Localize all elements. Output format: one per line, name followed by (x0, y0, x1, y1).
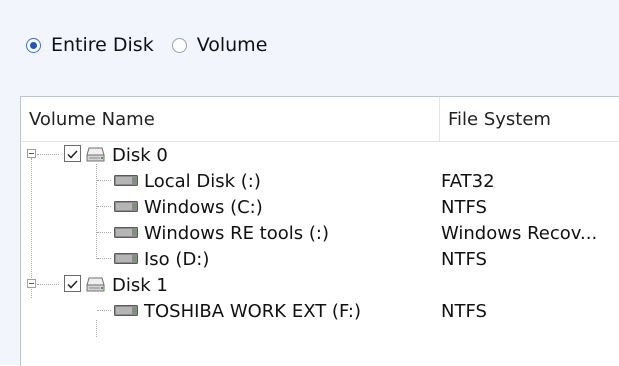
volume-name: TOSHIBA WORK EXT (F:) (144, 300, 361, 322)
tree-row-volume[interactable]: Windows RE tools (:) Windows Recov... (21, 220, 619, 246)
radio-selected-dot (30, 41, 37, 49)
volume-name: Iso (D:) (144, 248, 210, 270)
drive-icon (114, 201, 138, 212)
checkmark-icon (67, 280, 78, 289)
radio-entire-disk[interactable]: Entire Disk (26, 34, 154, 56)
tree-line (37, 284, 59, 285)
tree-row-volume[interactable]: Iso (D:) NTFS (21, 246, 619, 272)
collapse-icon[interactable] (27, 149, 36, 158)
tree-line (97, 180, 111, 181)
tree-row-volume[interactable]: TOSHIBA WORK EXT (F:) NTFS (21, 298, 619, 324)
volume-name: Local Disk (:) (144, 170, 261, 192)
volume-file-system: Windows Recov... (441, 222, 598, 244)
volume-tree-list[interactable]: Volume Name File System Disk 0 Local Dis… (20, 96, 619, 366)
hard-disk-icon (86, 147, 105, 162)
backup-source-panel: Entire Disk Volume Volume Name File Syst… (0, 0, 619, 366)
volume-file-system: NTFS (441, 300, 487, 322)
scope-radio-group: Entire Disk Volume (26, 30, 285, 60)
column-header-volume-name-label: Volume Name (29, 108, 155, 130)
tree-line (37, 154, 59, 155)
drive-icon (114, 305, 138, 316)
disk-checkbox[interactable] (64, 275, 81, 292)
disk-name: Disk 1 (112, 274, 168, 296)
radio-entire-disk-indicator[interactable] (26, 37, 41, 53)
tree-row-disk[interactable]: Disk 0 (21, 142, 619, 168)
tree-line (97, 258, 111, 259)
radio-volume-label[interactable]: Volume (197, 34, 268, 56)
column-header-volume-name[interactable]: Volume Name (21, 97, 440, 141)
drive-icon (114, 253, 138, 264)
tree-row-disk[interactable]: Disk 1 (21, 272, 619, 298)
drive-icon (114, 175, 138, 186)
volume-file-system: NTFS (441, 248, 487, 270)
column-header-file-system-label: File System (448, 108, 551, 130)
radio-volume[interactable]: Volume (171, 34, 268, 56)
list-header: Volume Name File System (21, 97, 619, 142)
disk-checkbox[interactable] (64, 145, 81, 162)
checkmark-icon (67, 150, 78, 159)
tree-row-volume[interactable]: Windows (C:) NTFS (21, 194, 619, 220)
drive-icon (114, 227, 138, 238)
tree-line (97, 310, 111, 311)
tree-line (97, 206, 111, 207)
radio-entire-disk-label[interactable]: Entire Disk (51, 34, 154, 56)
radio-volume-indicator[interactable] (171, 37, 187, 53)
volume-file-system: NTFS (441, 196, 487, 218)
volume-name: Windows (C:) (144, 196, 263, 218)
volume-file-system: FAT32 (441, 170, 495, 192)
disk-name: Disk 0 (112, 144, 168, 166)
hard-disk-icon (86, 277, 105, 292)
tree-line (97, 232, 111, 233)
volume-name: Windows RE tools (:) (144, 222, 329, 244)
collapse-icon[interactable] (27, 279, 36, 288)
tree-row-volume[interactable]: Local Disk (:) FAT32 (21, 168, 619, 194)
column-header-file-system[interactable]: File System (440, 97, 619, 141)
tree-rows: Disk 0 Local Disk (:) FAT32 Windows (C:)… (21, 142, 619, 337)
